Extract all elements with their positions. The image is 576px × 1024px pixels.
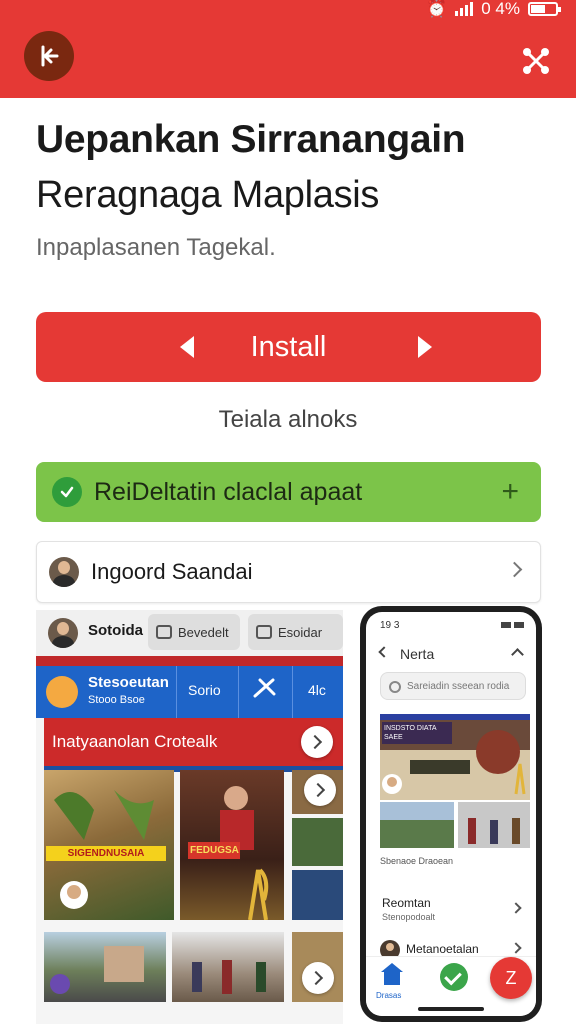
phone-search: Sareiadin sseean rodia <box>380 672 526 700</box>
check-icon <box>440 963 468 991</box>
share-icon <box>523 48 549 74</box>
back-button[interactable] <box>24 31 74 81</box>
chat-icon <box>156 625 172 639</box>
phone-item-2-title: Metanoetalan <box>406 942 479 956</box>
developer-name: Ingoord Saandai <box>91 559 253 584</box>
signal-icon <box>455 2 474 16</box>
phone-list-item-1: Reomtan Stenopodoalt <box>366 890 536 930</box>
preview-nav-avatar <box>46 676 78 708</box>
preview-nav-subtitle: Stooo Bsoe <box>88 694 145 706</box>
share-button[interactable] <box>516 44 556 78</box>
back-arrow-icon <box>41 45 59 67</box>
preview-tab-1: Sorio <box>188 682 221 698</box>
preview-tab-2: 4lc <box>308 682 326 698</box>
check-icon <box>52 477 82 507</box>
chevron-right-icon <box>506 561 523 578</box>
plus-icon[interactable]: + <box>501 475 519 509</box>
phone-caption: Sbenaoe Draoean <box>380 856 454 866</box>
poster-2-text: FEDUGSA <box>188 842 240 859</box>
preview-header-title: Sotoida <box>88 622 143 639</box>
phone-bottom-nav: Drasas Z <box>366 956 536 1016</box>
feature-banner-label: ReiDeltatin claclal apaat <box>94 477 363 506</box>
phone-hero-image: INSDSTO DIATA SAEE <box>380 714 530 800</box>
preview-image-6 <box>44 932 166 1002</box>
battery-text: 0 4% <box>481 0 520 18</box>
preview-pill-2: Esoidar <box>248 614 343 650</box>
app-title-line2: Reragnaga Maplasis <box>36 174 380 216</box>
preview-image-2: FEDUGSA <box>180 770 284 920</box>
phone-item-1-title: Reomtan <box>382 896 431 910</box>
left-arrow-icon <box>180 336 194 358</box>
alarm-icon: ⏰ <box>426 0 448 18</box>
battery-icon <box>528 2 561 16</box>
phone-hero-text: INSDSTO DIATA SAEE <box>382 722 452 744</box>
phone-item-1-subtitle: Stenopodoalt <box>382 912 436 922</box>
chevron-right-icon <box>510 902 522 914</box>
back-icon <box>378 646 390 658</box>
developer-row[interactable]: Ingoord Saandai <box>36 541 541 603</box>
home-icon <box>381 963 403 985</box>
status-bar: ⏰ 0 4% <box>426 0 561 18</box>
preview-image-7 <box>172 932 284 1002</box>
screenshot-preview-2[interactable]: 19 3 Nerta Sareiadin sseean rodia INSDST… <box>360 606 542 1022</box>
preview-banner: Inatyaanolan Crotealk <box>44 718 343 772</box>
bag-icon <box>256 625 272 639</box>
chevron-right-icon <box>301 726 333 758</box>
phone-home-label: Drasas <box>376 991 402 1000</box>
app-title: Uepankan Sirranangain <box>36 118 466 161</box>
preview-pill-1: Bevedelt <box>148 614 240 650</box>
screenshot-preview-1[interactable]: Sotoida Bevedelt Esoidar Stesoeutan Stoo… <box>36 610 343 1024</box>
preview-image-5 <box>292 870 343 920</box>
developer-avatar <box>49 557 79 587</box>
preview-nav-title: Stesoeutan <box>88 674 169 691</box>
phone-screen-title: Nerta <box>400 646 435 662</box>
preview-banner-label: Inatyaanolan Crotealk <box>52 732 218 751</box>
preview-image-1: SIGENDNUSAIA <box>44 770 174 920</box>
right-arrow-icon <box>418 336 432 358</box>
phone-status-icons <box>501 622 524 628</box>
home-indicator <box>418 1007 484 1011</box>
phone-thumbnails <box>380 802 530 848</box>
phone-screen: 19 3 Nerta Sareiadin sseean rodia INSDST… <box>366 612 536 1016</box>
preview-header: Sotoida Bevedelt Esoidar <box>36 610 343 656</box>
phone-fab: Z <box>490 957 532 999</box>
preview-avatar <box>48 618 78 648</box>
app-subtitle: Inpaplasanen Tagekal. <box>36 234 276 261</box>
secondary-link[interactable]: Teiala alnoks <box>0 406 576 434</box>
app-bar: ⏰ 0 4% <box>0 0 576 98</box>
install-label: Install <box>250 330 327 363</box>
chevron-right-icon <box>304 774 336 806</box>
phone-time: 19 3 <box>380 620 400 631</box>
preview-nav: Stesoeutan Stooo Bsoe Sorio 4lc <box>36 656 343 718</box>
chevron-right-icon <box>510 942 522 954</box>
feature-banner[interactable]: ReiDeltatin claclal apaat + <box>36 462 541 522</box>
preview-image-4 <box>292 818 343 866</box>
chevron-right-icon <box>302 962 334 994</box>
chevron-up-icon <box>511 648 524 661</box>
tools-icon <box>253 678 276 698</box>
poster-1-text: SIGENDNUSAIA <box>46 846 166 861</box>
phone-toolbar: Nerta <box>366 638 536 666</box>
install-button[interactable]: Install <box>36 312 541 382</box>
